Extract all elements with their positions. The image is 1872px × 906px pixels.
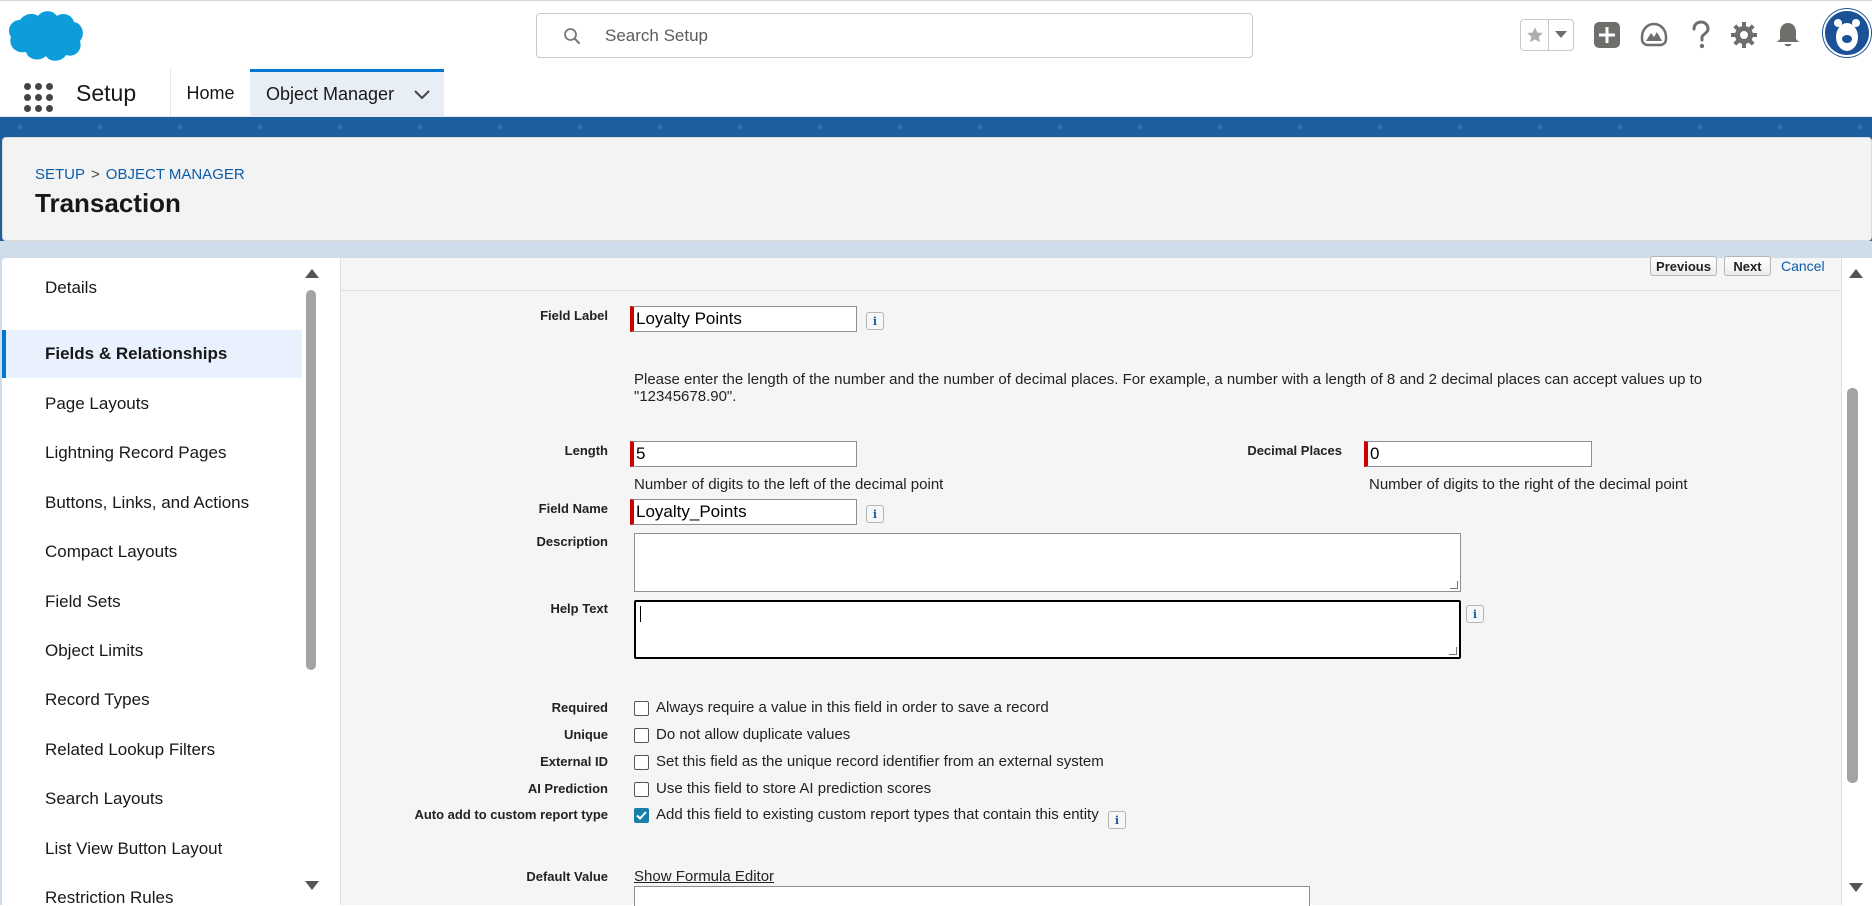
app-name: Setup [76,80,137,106]
sidebar-item-restriction-rules[interactable]: Restriction Rules [2,874,302,905]
sidebar-item-buttons-links-actions[interactable]: Buttons, Links, and Actions [2,479,302,527]
ai-prediction-label: AI Prediction [527,781,608,796]
ai-prediction-checkbox[interactable] [634,782,649,797]
favorites-dropdown-icon[interactable] [1549,20,1573,50]
tab-object-manager-label: Object Manager [266,84,395,104]
sidebar-item-field-sets[interactable]: Field Sets [2,578,302,626]
external-id-checkbox-text: Set this field as the unique record iden… [656,753,1104,770]
show-formula-editor-link[interactable]: Show Formula Editor [634,868,774,885]
decimal-places-hint: Number of digits to the right of the dec… [1369,476,1688,493]
breadcrumb-separator: > [91,166,100,183]
ai-prediction-checkbox-text: Use this field to store AI prediction sc… [656,780,932,797]
cancel-link[interactable]: Cancel [1781,258,1825,274]
global-header [0,0,1872,69]
breadcrumb-object-manager-link[interactable]: OBJECT MANAGER [106,166,245,183]
setup-gear-icon[interactable] [1728,19,1760,51]
length-hint: Number of digits to the left of the deci… [634,476,944,493]
help-text-info-icon[interactable]: i [1466,605,1484,623]
required-label: Required [551,700,608,715]
external-id-label: External ID [540,754,608,769]
sidebar-item-list-view-button-layout[interactable]: List View Button Layout [2,825,302,873]
help-text-textarea[interactable] [634,600,1461,659]
help-text-label: Help Text [550,601,608,616]
context-navigation-bar: Setup Home Object Manager [0,69,1872,117]
salesforce-cloud-logo[interactable] [6,8,84,62]
sidebar-scroll-down-icon[interactable] [305,881,319,890]
checkmark-icon [636,811,647,820]
search-input[interactable] [605,23,1205,49]
external-id-checkbox[interactable] [634,755,649,770]
unique-label: Unique [563,727,608,742]
sidebar-item-compact-layouts[interactable]: Compact Layouts [2,528,302,576]
object-sidebar-nav: Details Fields & Relationships Page Layo… [2,258,322,905]
sidebar-item-fields-relationships[interactable]: Fields & Relationships [2,330,302,378]
sidebar-scroll-up-icon[interactable] [305,269,319,278]
tab-home[interactable]: Home [170,69,250,117]
chevron-down-icon[interactable] [414,89,430,100]
page-header: SETUP > OBJECT MANAGER Transaction [2,137,1872,241]
next-button[interactable]: Next [1724,256,1771,276]
description-label: Description [536,534,608,549]
help-icon[interactable] [1685,19,1717,51]
field-label-label: Field Label [540,308,608,323]
length-label: Length [564,443,608,458]
resize-handle-icon[interactable] [1449,647,1457,655]
sidebar-item-search-layouts[interactable]: Search Layouts [2,775,302,823]
auto-add-report-type-checkbox[interactable] [634,808,649,823]
user-avatar[interactable] [1823,9,1871,57]
search-icon [563,27,581,45]
length-input[interactable]: 5 [630,441,857,467]
field-name-label: Field Name [538,501,608,516]
main-scroll-down-icon[interactable] [1849,883,1863,892]
tab-object-manager[interactable]: Object Manager [250,69,444,117]
auto-add-info-icon[interactable]: i [1108,811,1126,829]
app-launcher-grid-icon[interactable] [22,81,54,113]
global-actions-plus-icon[interactable] [1591,19,1623,51]
search-setup-box[interactable] [536,13,1253,58]
auto-add-report-type-label: Auto add to custom report type [414,807,608,822]
decimal-places-label: Decimal Places [1247,443,1342,458]
trailhead-guidance-icon[interactable] [1638,19,1670,51]
sidebar-item-details[interactable]: Details [2,264,302,312]
unique-checkbox-text: Do not allow duplicate values [656,726,851,743]
decimal-places-input[interactable]: 0 [1364,441,1592,467]
favorites-group [1520,19,1574,51]
auto-add-report-type-checkbox-text: Add this field to existing custom report… [656,806,1099,823]
previous-button[interactable]: Previous [1650,256,1717,276]
sidebar-item-lightning-record-pages[interactable]: Lightning Record Pages [2,429,302,477]
notifications-bell-icon[interactable] [1772,19,1804,51]
favorite-star-icon[interactable] [1521,20,1549,50]
sidebar-item-page-layouts[interactable]: Page Layouts [2,380,302,428]
default-value-textarea[interactable] [634,886,1310,906]
main-scroll-up-icon[interactable] [1849,269,1863,278]
field-name-info-icon[interactable]: i [866,505,884,523]
sidebar-scrollbar-thumb[interactable] [306,290,316,670]
required-checkbox[interactable] [634,701,649,716]
resize-handle-icon[interactable] [1450,581,1458,589]
breadcrumb-setup-link[interactable]: SETUP [35,166,85,183]
default-value-label: Default Value [526,869,608,884]
form-top-divider [340,290,1842,291]
description-textarea[interactable] [634,533,1461,592]
field-label-input[interactable]: Loyalty Points [630,306,857,332]
field-name-input[interactable]: Loyalty_Points [630,499,857,525]
field-label-info-icon[interactable]: i [866,312,884,330]
sidebar-item-related-lookup-filters[interactable]: Related Lookup Filters [2,726,302,774]
breadcrumb: SETUP > OBJECT MANAGER [35,166,245,183]
text-cursor [640,606,641,622]
sidebar-item-record-types[interactable]: Record Types [2,676,302,724]
sidebar-item-object-limits[interactable]: Object Limits [2,627,302,675]
page-title: Transaction [35,188,181,218]
unique-checkbox[interactable] [634,728,649,743]
required-checkbox-text: Always require a value in this field in … [656,699,1049,716]
main-scrollbar-thumb[interactable] [1847,388,1858,783]
length-instructions: Please enter the length of the number an… [634,371,1703,405]
